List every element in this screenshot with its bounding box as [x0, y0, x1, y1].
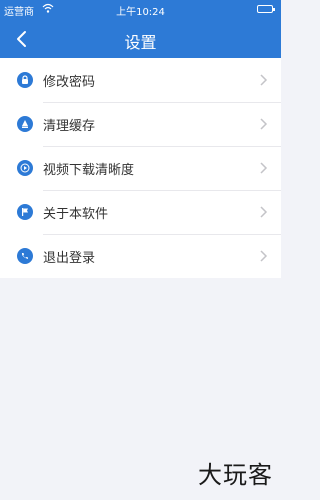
chevron-right-icon	[260, 118, 268, 130]
chevron-right-icon	[260, 74, 268, 86]
chevron-right-icon	[260, 250, 268, 262]
settings-menu: 修改密码 清理缓存 视频下载清晰度 关于本软件 退出登录	[0, 58, 281, 278]
lock-icon	[17, 72, 33, 88]
watermark-logo: 大玩客	[198, 461, 273, 489]
menu-item-label: 视频下载清晰度	[43, 162, 135, 178]
back-button[interactable]	[0, 20, 44, 58]
nav-bar: 设置	[0, 20, 281, 58]
status-bar: 运营商 上午10:24	[0, 0, 281, 20]
chevron-left-icon	[17, 31, 26, 47]
phone-icon	[17, 248, 33, 264]
play-icon	[17, 160, 33, 176]
menu-item-clear-cache[interactable]: 清理缓存	[0, 102, 281, 146]
status-time: 上午10:24	[116, 7, 165, 18]
menu-item-label: 退出登录	[43, 250, 96, 266]
chevron-right-icon	[260, 206, 268, 218]
menu-item-logout[interactable]: 退出登录	[0, 234, 281, 278]
menu-item-label: 修改密码	[43, 74, 96, 90]
menu-item-about[interactable]: 关于本软件	[0, 190, 281, 234]
chevron-right-icon	[260, 162, 268, 174]
menu-item-change-password[interactable]: 修改密码	[0, 58, 281, 102]
flag-icon	[17, 204, 33, 220]
menu-item-video-quality[interactable]: 视频下载清晰度	[0, 146, 281, 190]
menu-item-label: 清理缓存	[43, 118, 96, 134]
menu-item-label: 关于本软件	[43, 206, 109, 222]
battery-icon	[257, 5, 275, 13]
broom-icon	[17, 116, 33, 132]
